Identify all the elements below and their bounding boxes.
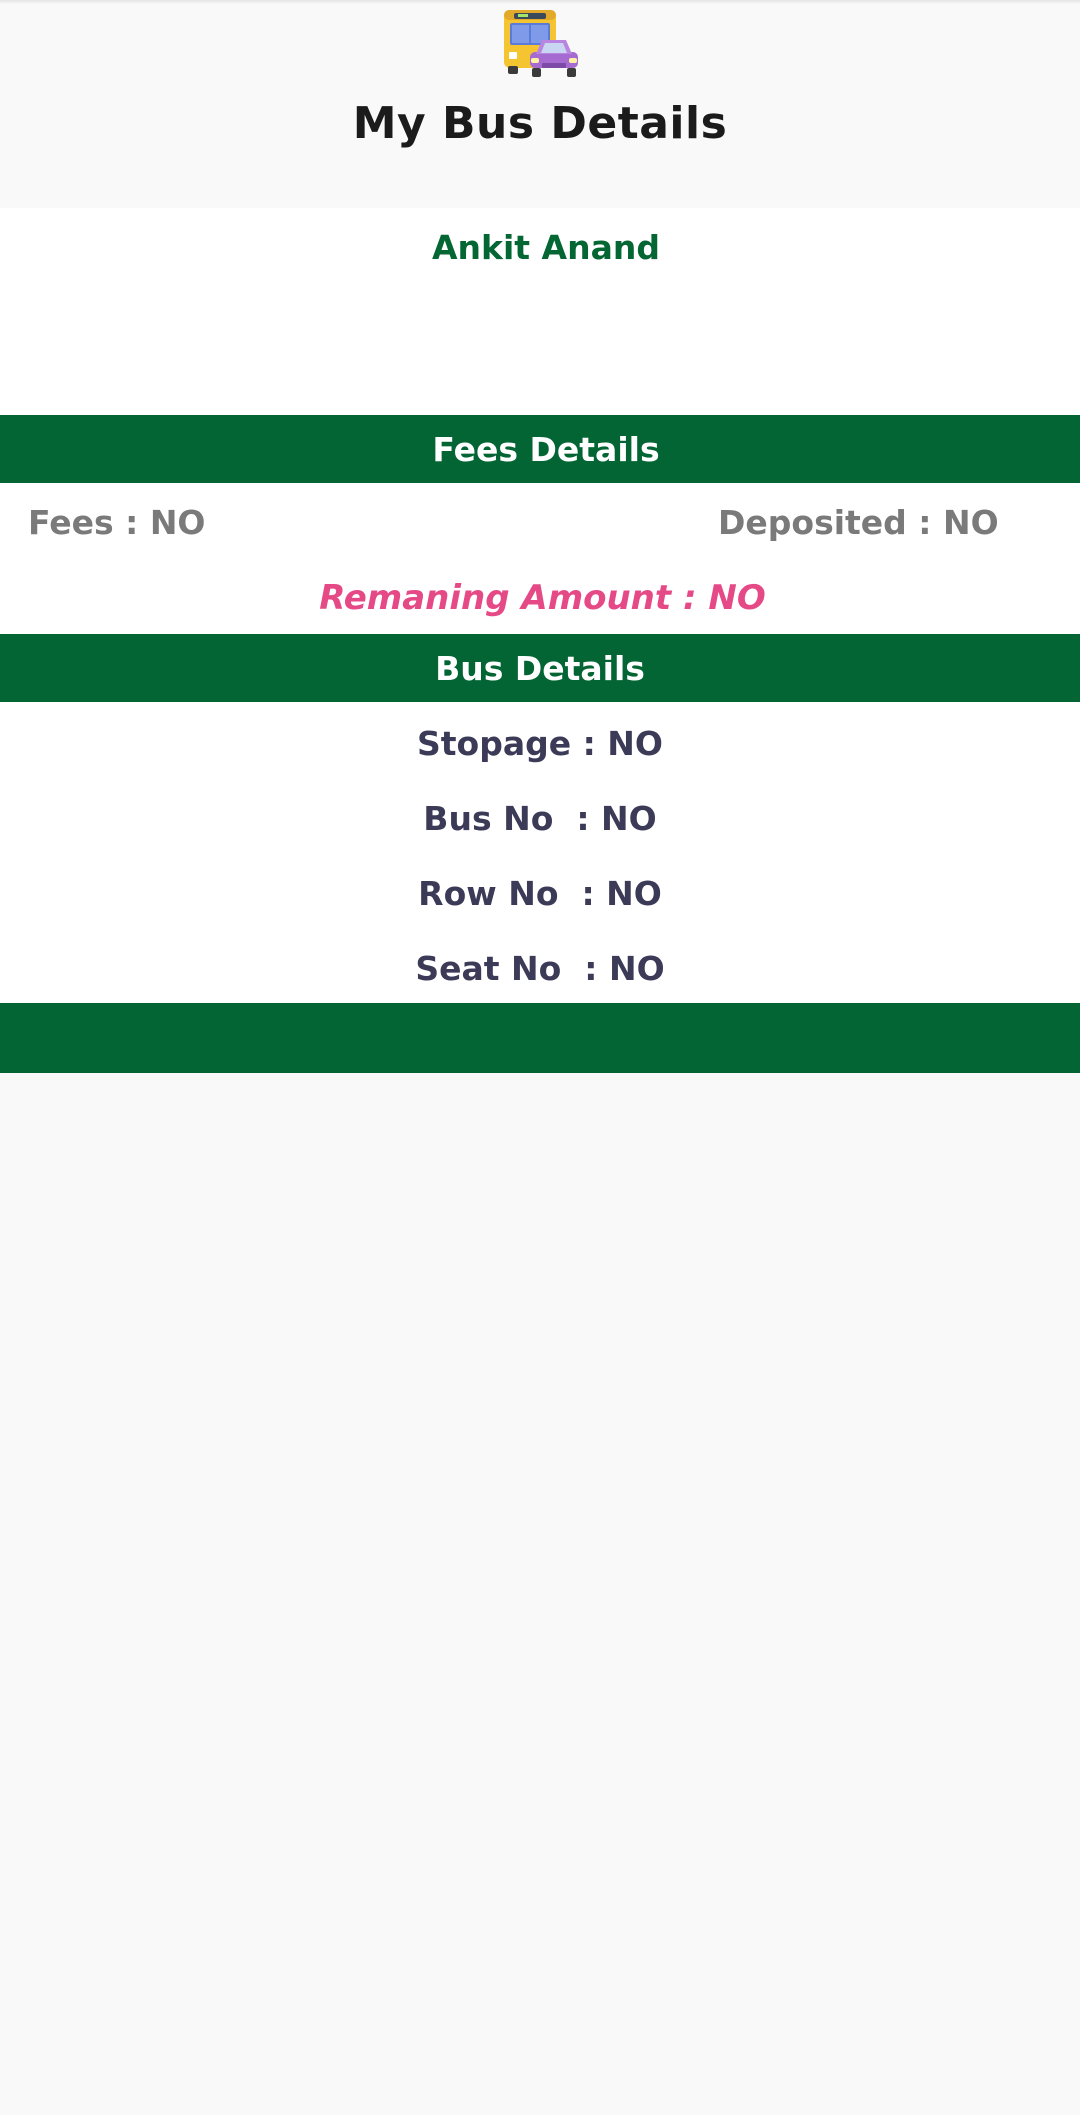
fees-details-title: Fees Details (432, 429, 660, 469)
remaining-amount: Remaning Amount : NO (319, 578, 766, 618)
bus-and-car-icon (504, 10, 578, 77)
page-title: My Bus Details (352, 98, 728, 149)
bus-details-screen: My Bus Details Ankit Anand Fees Details … (0, 0, 1080, 2115)
status-shadow (0, 0, 1080, 4)
bus-details-title: Bus Details (435, 648, 645, 688)
bus-details-header: Bus Details (0, 634, 1080, 702)
fees-amount: Fees : NO (28, 503, 206, 542)
row-number-row: Row No : NO (418, 874, 662, 913)
header: My Bus Details (0, 0, 1080, 208)
deposited-label: Deposited (718, 503, 907, 542)
deposited-amount: Deposited : NO (718, 503, 999, 542)
bus-number-row: Bus No : NO (423, 799, 657, 838)
student-name-card: Ankit Anand (0, 208, 1080, 415)
footer-bar (0, 1003, 1080, 1073)
fees-details-header: Fees Details (0, 415, 1080, 483)
stopage-row: Stopage : NO (417, 724, 663, 763)
fees-details-panel: Fees : NO Deposited : NO Remaning Amount… (0, 483, 1080, 634)
deposited-value: NO (943, 503, 999, 542)
bus-details-panel: Stopage : NO Bus No : NO Row No : NO Sea… (0, 702, 1080, 1003)
seat-number-row: Seat No : NO (415, 949, 665, 988)
student-name: Ankit Anand (432, 228, 660, 267)
fees-label: Fees (28, 503, 114, 542)
fees-value: NO (149, 503, 206, 542)
